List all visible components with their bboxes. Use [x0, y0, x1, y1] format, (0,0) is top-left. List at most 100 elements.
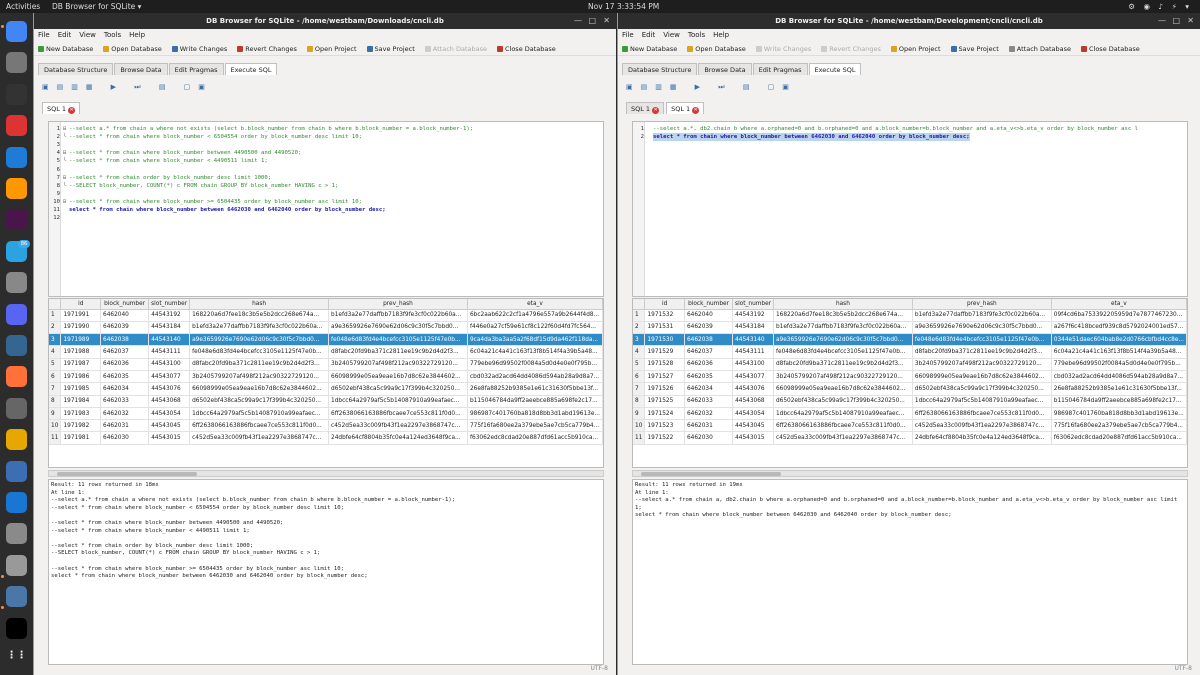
table-cell[interactable]: f446e0a27cf59e61cf8c122f60d4fd7fc564... [467, 321, 603, 335]
table-cell[interactable]: d6502ebf438ca5c99a9c17f399b4c320250... [912, 382, 1052, 396]
column-header[interactable]: block_number [684, 299, 734, 310]
table-cell[interactable]: a9e3659926e7690e62d06c9c30f5c7bbd0... [773, 333, 913, 347]
table-cell[interactable]: 6462033 [684, 395, 734, 408]
table-cell[interactable]: 44543054 [148, 407, 191, 421]
table-cell[interactable]: 6bc2aab622c2cf1a4796e557a9b2644f4d8... [467, 309, 603, 322]
table-cell[interactable]: 6462039 [100, 321, 150, 335]
table-cell[interactable]: 44543076 [148, 382, 191, 396]
table-cell[interactable]: 44543192 [732, 309, 774, 322]
row-number[interactable]: 6 [49, 370, 62, 384]
row-number[interactable]: 7 [49, 382, 62, 396]
row-number[interactable]: 11 [633, 431, 646, 445]
table-cell[interactable]: 986987c401760ba818d8bb3d1abd19613e... [467, 407, 603, 421]
menu-tools[interactable]: Tools [104, 31, 121, 39]
table-cell[interactable]: cbd032ad2acd64dd4086d594ab28a9d8a7... [467, 370, 603, 384]
row-number[interactable]: 8 [633, 395, 646, 408]
table-cell[interactable]: 779ebe96d99502f0084a5d0d4e0e0f795b... [1051, 358, 1187, 371]
menu-help[interactable]: Help [129, 31, 145, 39]
table-cell[interactable]: 1971528 [644, 358, 685, 371]
table-cell[interactable]: b115046784da9ff2aeebce885a698fe2c17... [1051, 395, 1187, 408]
table-cell[interactable]: 6ff2638066163886fbcaee7ce553c811f0d0... [328, 407, 468, 421]
table-cell[interactable]: a267f6c418bcedf939c8d5792024001ed57... [1051, 321, 1187, 335]
table-row[interactable]: 11 1971522 6462030 44543015 c452d5ea33c009fb… [633, 431, 1187, 445]
table-cell[interactable]: 66098999e05ea9eae16b7d8c62e3844602... [189, 382, 330, 396]
table-cell[interactable]: 1971988 [60, 345, 101, 359]
table-cell[interactable]: 6462037 [100, 345, 150, 359]
column-header[interactable]: id [60, 299, 101, 310]
search-icon[interactable] [6, 554, 27, 576]
sql-editor[interactable]: 1 --select a.*, db2.chain b where a.orpha… [632, 121, 1188, 297]
write-changes-button[interactable]: Write Changes [171, 42, 227, 56]
table-cell[interactable]: 168220a6d7fee18c3b5e5b2dcc268e674a... [773, 309, 913, 322]
discord-icon[interactable] [6, 303, 27, 325]
table-cell[interactable]: 44543140 [732, 333, 774, 347]
table-cell[interactable]: d6502ebf438ca5c99a9c17f399b4c320250... [189, 395, 330, 408]
open-database-button[interactable]: Open Database [103, 42, 162, 56]
table-cell[interactable]: cbd032ad2acd64dd4086d594ab28a9d8a7... [1051, 370, 1187, 384]
close-button[interactable]: ✕ [603, 13, 610, 29]
table-cell[interactable]: 44543077 [148, 370, 191, 384]
table-cell[interactable]: 3b2405799207af498f212ac90322729120... [328, 358, 468, 371]
table-cell[interactable]: 1971983 [60, 407, 101, 421]
table-cell[interactable]: 44543045 [732, 419, 774, 433]
table-cell[interactable]: 24dbfe64cf8804b35fc0e4a124ed3648f9ca... [328, 431, 468, 445]
activities-button[interactable]: Activities [6, 2, 40, 11]
table-cell[interactable]: 1971525 [644, 395, 685, 408]
table-cell[interactable]: d6502ebf438ca5c99a9c17f399b4c320250... [328, 382, 468, 396]
table-row[interactable]: 7 1971985 6462034 44543076 66098999e05ea9eae… [49, 382, 603, 396]
column-header[interactable]: eta_v [467, 299, 603, 310]
table-cell[interactable]: 66098999e05ea9eae16b7d8c62e3844602... [773, 382, 913, 396]
minimize-button[interactable]: — [1158, 13, 1166, 29]
fold-marker-icon[interactable]: ⊟ [63, 198, 66, 206]
close-tab-icon[interactable]: ✕ [692, 107, 700, 114]
table-cell[interactable]: f63062edc8cdad20e887dfd61acc5b910ca... [467, 431, 603, 445]
tab-edit-pragmas[interactable]: Edit Pragmas [168, 63, 224, 75]
close-tab-icon[interactable]: ✕ [652, 107, 660, 114]
table-cell[interactable]: 6462036 [100, 358, 150, 371]
table-cell[interactable]: 6462032 [100, 407, 150, 421]
table-cell[interactable]: 6462035 [684, 370, 734, 384]
table-row[interactable]: 11 1971981 6462030 44543015 c452d5ea33c009fb… [49, 431, 603, 445]
table-cell[interactable]: 1971982 [60, 419, 101, 433]
table-cell[interactable]: 779ebe96d99502f0084a5d0d4e0e0f795b... [467, 358, 603, 371]
table-cell[interactable]: 44543045 [148, 419, 191, 433]
table-cell[interactable]: 1971985 [60, 382, 101, 396]
save-project-button[interactable]: Save Project [366, 42, 415, 56]
intellij-icon[interactable] [6, 617, 27, 639]
row-number[interactable]: 2 [633, 321, 646, 335]
scrollbar-thumb[interactable] [57, 472, 197, 476]
firefox-icon[interactable] [6, 366, 27, 388]
table-cell[interactable]: 44543054 [732, 407, 774, 421]
table-cell[interactable]: 1971529 [644, 345, 685, 359]
table-cell[interactable]: fe048e6d83fd4e4bcefcc3105e1125f47e0b... [189, 345, 330, 359]
table-cell[interactable]: fe048e6d83fd4e4bcefcc3105e1125f47e0b... [328, 333, 468, 347]
open-project-button[interactable]: Open Project [306, 42, 357, 56]
files-icon[interactable] [6, 52, 27, 74]
table-cell[interactable]: 0344e51daec604bab8e2d0766cbfbd4cc8e... [1051, 333, 1187, 347]
row-number[interactable]: 10 [633, 419, 646, 433]
table-cell[interactable]: 44543100 [732, 358, 774, 371]
table-cell[interactable]: 1971522 [644, 431, 685, 445]
close-database-button[interactable]: Close Database [496, 42, 556, 56]
tab-execute-sql[interactable]: Execute SQL [808, 63, 862, 75]
close-button[interactable]: ✕ [1187, 13, 1194, 29]
table-cell[interactable]: 6c04a21c4a41c163f13f8b514f4a39b5a48... [467, 345, 603, 359]
close-tab-icon[interactable]: ✕ [68, 107, 76, 114]
table-row[interactable]: 5 1971528 6462036 44543100 d8fabc20fd9ba371c… [633, 358, 1187, 371]
row-number[interactable]: 11 [49, 431, 62, 445]
sql-editor[interactable]: 1 ⊟ --select a.* from chain a where not ex… [48, 121, 604, 297]
column-header[interactable]: hash [189, 299, 330, 310]
open-project-button[interactable]: Open Project [890, 42, 941, 56]
table-cell[interactable]: 1971531 [644, 321, 685, 335]
fold-marker-icon[interactable]: ⊟ [63, 174, 66, 182]
horizontal-scrollbar[interactable] [48, 470, 604, 477]
table-cell[interactable]: 1971532 [644, 309, 685, 322]
table-cell[interactable]: 09f4cd6ba753392205959d7e7877467230... [1051, 309, 1187, 322]
sql-tab[interactable]: SQL 1 ✕ [626, 102, 665, 114]
table-row[interactable]: 6 1971986 6462035 44543077 3b2405799207af498… [49, 370, 603, 384]
table-cell[interactable]: c452d5ea33c009fb43f1ea2297e3868747c... [912, 419, 1052, 433]
table-cell[interactable]: 6462031 [100, 419, 150, 433]
vscode-icon[interactable] [6, 146, 27, 168]
table-cell[interactable]: d8fabc20fd9ba371c2811ee19c9b2d4d2f3... [773, 358, 913, 371]
table-row[interactable]: 3 1971989 6462038 44543140 a9e3659926e7690e6… [49, 333, 603, 347]
